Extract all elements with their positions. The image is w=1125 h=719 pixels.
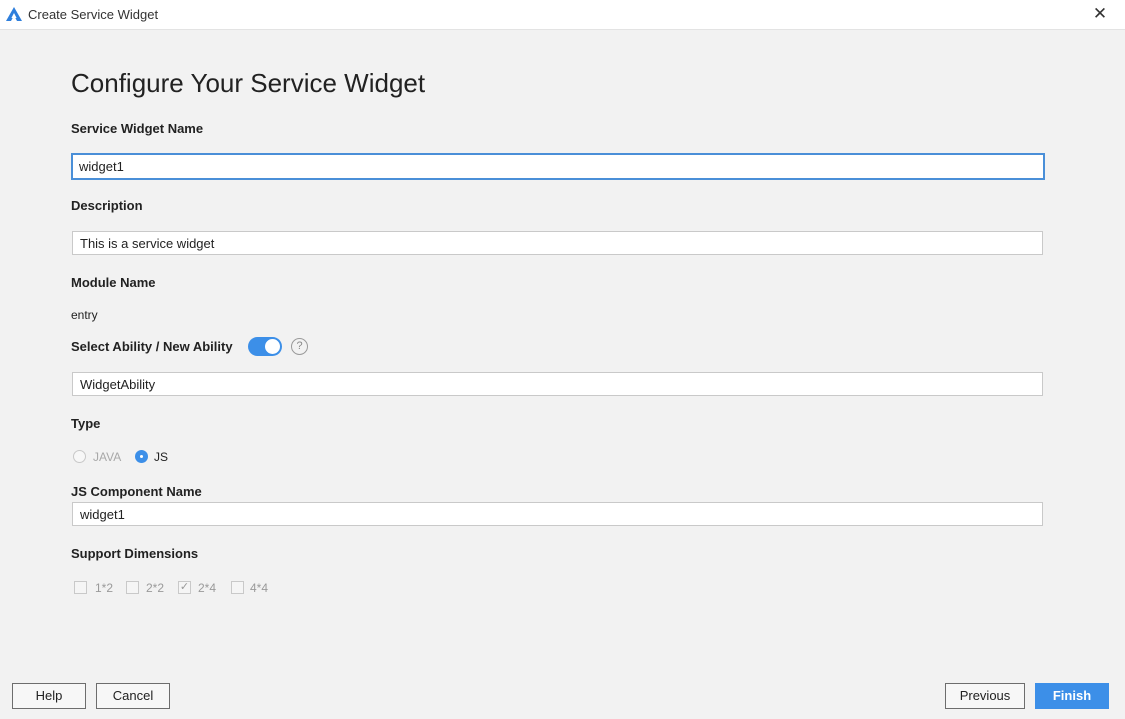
js-component-input[interactable] bbox=[72, 502, 1043, 526]
window-title: Create Service Widget bbox=[28, 7, 159, 22]
finish-button[interactable]: Finish bbox=[1035, 683, 1109, 709]
help-button[interactable]: Help bbox=[12, 683, 86, 709]
module-name-value: entry bbox=[71, 308, 98, 322]
js-component-label: JS Component Name bbox=[71, 484, 202, 499]
module-name-label: Module Name bbox=[71, 275, 156, 290]
widget-name-input[interactable] bbox=[71, 153, 1045, 180]
previous-button[interactable]: Previous bbox=[945, 683, 1025, 709]
checkbox-1x2[interactable] bbox=[74, 581, 87, 594]
radio-java[interactable] bbox=[73, 450, 86, 463]
dimensions-label: Support Dimensions bbox=[71, 546, 199, 561]
deveco-logo-icon bbox=[6, 7, 22, 21]
checkbox-2x4[interactable]: ✓ bbox=[178, 581, 191, 594]
description-input[interactable] bbox=[72, 231, 1043, 255]
radio-js-label: JS bbox=[154, 450, 169, 464]
close-button[interactable]: ✕ bbox=[1089, 3, 1111, 25]
new-ability-toggle[interactable] bbox=[248, 337, 282, 356]
widget-name-label: Service Widget Name bbox=[71, 121, 204, 136]
close-icon: ✕ bbox=[1092, 4, 1108, 23]
checkbox-4x4[interactable] bbox=[231, 581, 244, 594]
title-bar: Create Service Widget ✕ bbox=[0, 0, 1125, 30]
checkbox-2x4-label: 2*4 bbox=[198, 581, 217, 595]
checkmark-icon: ✓ bbox=[179, 581, 190, 593]
radio-java-label: JAVA bbox=[93, 450, 122, 464]
checkbox-4x4-label: 4*4 bbox=[250, 581, 269, 595]
checkbox-1x2-label: 1*2 bbox=[95, 581, 114, 595]
checkbox-2x2-label: 2*2 bbox=[146, 581, 165, 595]
description-label: Description bbox=[71, 198, 143, 213]
type-label: Type bbox=[71, 416, 101, 431]
ability-label: Select Ability / New Ability bbox=[71, 339, 233, 354]
page-title: Configure Your Service Widget bbox=[71, 68, 426, 98]
toggle-knob bbox=[265, 339, 280, 354]
checkbox-2x2[interactable] bbox=[126, 581, 139, 594]
ability-input[interactable] bbox=[72, 372, 1043, 396]
cancel-button[interactable]: Cancel bbox=[96, 683, 170, 709]
help-icon[interactable]: ? bbox=[291, 338, 308, 355]
radio-js[interactable] bbox=[135, 450, 148, 463]
